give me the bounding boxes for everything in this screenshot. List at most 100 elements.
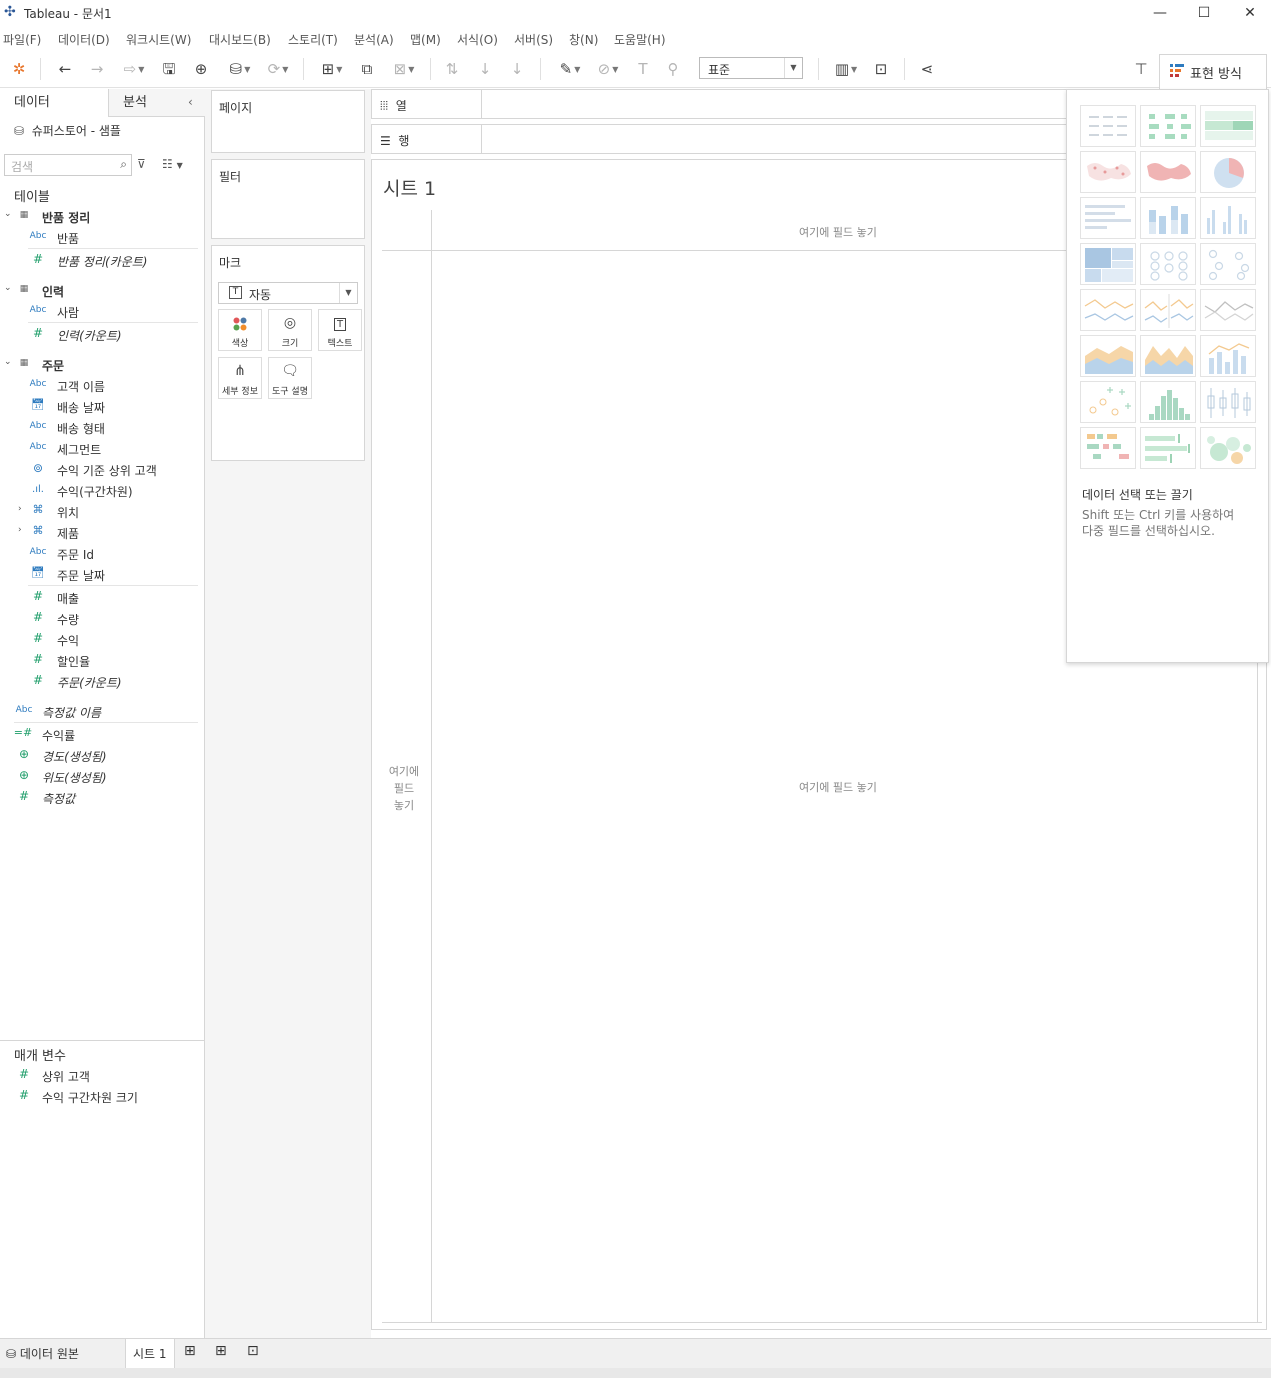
- collapse-pane-icon[interactable]: ‹: [188, 95, 193, 109]
- field-item[interactable]: ⊚ 수익 기준 상위 고객: [0, 459, 200, 480]
- table-orders[interactable]: ⌄ ▦ 주문: [0, 354, 200, 375]
- chart-thumb-side-by-side-bars[interactable]: [1200, 197, 1256, 239]
- detail-button[interactable]: ⋔ 세부 정보: [218, 357, 262, 399]
- color-button[interactable]: 색상: [218, 309, 262, 351]
- chart-thumb-stacked-bars[interactable]: [1140, 197, 1196, 239]
- new-story-icon[interactable]: ⊡: [247, 1343, 259, 1359]
- chevron-down-icon[interactable]: ⌄: [4, 209, 14, 219]
- chart-thumb-dual-lines[interactable]: [1200, 289, 1256, 331]
- filter-icon[interactable]: ⊽: [137, 157, 146, 171]
- duplicate-sheet-icon[interactable]: ⧉: [356, 58, 378, 80]
- new-datasource-icon[interactable]: ⊕: [190, 58, 212, 80]
- field-item[interactable]: ⊕ 위도(생성됨): [0, 766, 200, 787]
- maximize-icon[interactable]: ☐: [1184, 2, 1224, 24]
- field-item[interactable]: Abc 사람: [0, 301, 200, 322]
- chart-thumb-text-table[interactable]: [1080, 105, 1136, 147]
- highlight-icon[interactable]: ✎ ▼: [552, 58, 588, 80]
- tab-data[interactable]: 데이터: [0, 89, 108, 117]
- field-item[interactable]: # 매출: [0, 587, 200, 608]
- menu-server[interactable]: 서버(S): [514, 31, 553, 48]
- fix-axes-icon[interactable]: ⚲: [662, 58, 684, 80]
- rows-shelf[interactable]: ☰ 행: [371, 124, 1067, 154]
- menu-dashboard[interactable]: 대시보드(B): [209, 31, 271, 48]
- chart-thumb-box-whisker[interactable]: [1200, 381, 1256, 423]
- menu-file[interactable]: 파일(F): [3, 31, 41, 48]
- new-dashboard-icon[interactable]: ⊞: [215, 1343, 227, 1359]
- field-item[interactable]: # 반품 정리(카운트): [0, 250, 200, 271]
- chart-thumb-filled-map[interactable]: [1140, 151, 1196, 193]
- show-hide-cards-icon[interactable]: ▥ ▼: [828, 58, 864, 80]
- chart-thumb-scatter[interactable]: [1080, 381, 1136, 423]
- chevron-right-icon[interactable]: ›: [18, 525, 28, 535]
- table-returns[interactable]: ⌄ ▦ 반품 정리: [0, 206, 200, 227]
- columns-shelf[interactable]: ⦙⦙⦙ 열: [371, 89, 1067, 119]
- chevron-down-icon[interactable]: ⌄: [4, 283, 14, 293]
- chart-thumb-heatmap[interactable]: [1140, 105, 1196, 147]
- chart-thumb-treemap[interactable]: [1080, 243, 1136, 285]
- field-item[interactable]: .ıl. 수익(구간차원): [0, 480, 200, 501]
- sort-ascending-icon[interactable]: ↓: [474, 58, 496, 80]
- minimize-icon[interactable]: —: [1140, 2, 1180, 24]
- chart-thumb-area-discrete[interactable]: [1140, 335, 1196, 377]
- pages-card[interactable]: 페이지: [211, 90, 365, 153]
- chart-thumb-packed-bubbles[interactable]: [1200, 427, 1256, 469]
- search-input[interactable]: 검색 ⌕: [4, 154, 132, 176]
- field-item[interactable]: Abc 반품: [0, 227, 200, 248]
- menu-worksheet[interactable]: 워크시트(W): [126, 31, 191, 48]
- field-item[interactable]: › ⌘ 위치: [0, 501, 200, 522]
- chevron-down-icon[interactable]: ⌄: [4, 357, 14, 367]
- chevron-right-icon[interactable]: ›: [18, 504, 28, 514]
- presentation-mode-icon[interactable]: ⊡: [870, 58, 892, 80]
- field-item[interactable]: Abc 측정값 이름: [0, 701, 200, 722]
- menu-format[interactable]: 서식(O): [457, 31, 498, 48]
- chart-thumb-continuous-lines[interactable]: [1080, 289, 1136, 331]
- pause-updates-icon[interactable]: ⛁ ▼: [222, 58, 258, 80]
- field-item[interactable]: # 인력(카운트): [0, 324, 200, 345]
- field-item[interactable]: =# 수익률: [0, 724, 200, 745]
- chart-thumb-circle-views[interactable]: [1140, 243, 1196, 285]
- redo-icon[interactable]: →: [86, 58, 108, 80]
- menu-story[interactable]: 스토리(T): [288, 31, 338, 48]
- menu-window[interactable]: 창(N): [569, 31, 598, 48]
- tab-sheet-1[interactable]: 시트 1: [125, 1339, 175, 1369]
- menu-data[interactable]: 데이터(D): [58, 31, 110, 48]
- chart-thumb-side-by-side-circles[interactable]: [1200, 243, 1256, 285]
- new-worksheet-icon[interactable]: ⊞: [184, 1343, 196, 1359]
- field-item[interactable]: # 수량: [0, 608, 200, 629]
- field-item[interactable]: › ⌘ 제품: [0, 522, 200, 543]
- column-drop-zone[interactable]: 여기에 필드 놓기: [799, 224, 877, 240]
- chart-thumb-bullet[interactable]: [1140, 427, 1196, 469]
- sheet-title[interactable]: 시트 1: [383, 174, 436, 201]
- format-painter-icon[interactable]: ⊤: [1130, 58, 1152, 80]
- chart-thumb-pie[interactable]: [1200, 151, 1256, 193]
- menu-help[interactable]: 도움말(H): [614, 31, 666, 48]
- size-button[interactable]: ◎ 크기: [268, 309, 312, 351]
- chart-thumb-dual-combination[interactable]: [1200, 335, 1256, 377]
- clear-sheet-icon[interactable]: ⊠ ▼: [386, 58, 422, 80]
- tableau-home-icon[interactable]: ✲: [8, 58, 30, 80]
- new-worksheet-icon[interactable]: ⊞ ▼: [314, 58, 350, 80]
- chart-thumb-symbol-map[interactable]: [1080, 151, 1136, 193]
- menu-map[interactable]: 맵(M): [410, 31, 441, 48]
- swap-rows-columns-icon[interactable]: ⇅: [441, 58, 463, 80]
- field-item[interactable]: Abc 배송 형태: [0, 417, 200, 438]
- text-button[interactable]: T 텍스트: [318, 309, 362, 351]
- field-item[interactable]: # 수익: [0, 629, 200, 650]
- sort-descending-icon[interactable]: ↓: [506, 58, 528, 80]
- parameter-item[interactable]: # 상위 고객: [0, 1065, 200, 1086]
- close-icon[interactable]: ✕: [1230, 2, 1270, 24]
- field-item[interactable]: # 측정값: [0, 787, 200, 808]
- chart-thumb-area-continuous[interactable]: [1080, 335, 1136, 377]
- field-item[interactable]: 📅︎ 배송 날짜: [0, 396, 200, 417]
- field-item[interactable]: # 주문(카운트): [0, 671, 200, 692]
- field-item[interactable]: ⊕ 경도(생성됨): [0, 745, 200, 766]
- field-item[interactable]: Abc 고객 이름: [0, 375, 200, 396]
- menu-analysis[interactable]: 분석(A): [354, 31, 394, 48]
- field-item[interactable]: Abc 세그먼트: [0, 438, 200, 459]
- field-item[interactable]: # 할인율: [0, 650, 200, 671]
- chart-thumb-horizontal-bars[interactable]: [1080, 197, 1136, 239]
- parameter-item[interactable]: # 수익 구간차원 크기: [0, 1086, 200, 1107]
- datasource-name[interactable]: ⛁ 슈퍼스토어 - 샘플: [14, 122, 121, 139]
- chart-thumb-discrete-lines[interactable]: [1140, 289, 1196, 331]
- center-drop-zone[interactable]: 여기에 필드 놓기: [799, 779, 877, 795]
